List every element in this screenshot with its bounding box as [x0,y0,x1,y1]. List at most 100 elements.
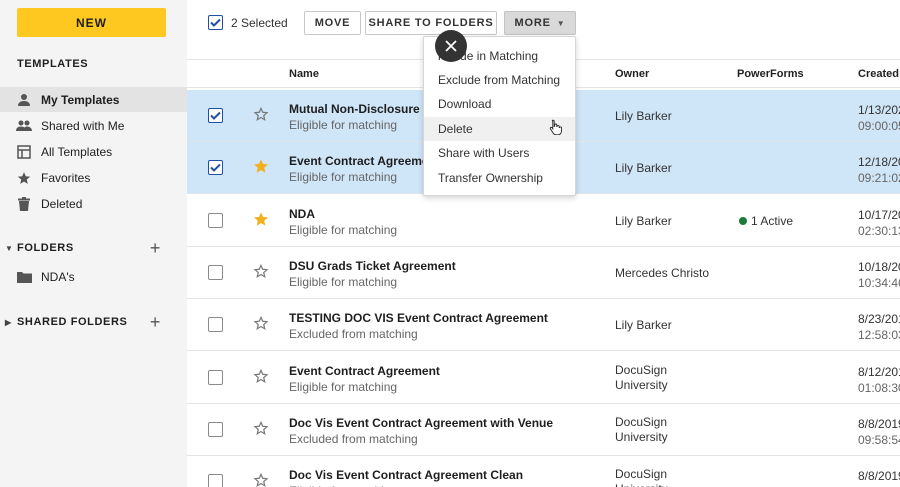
template-name[interactable]: Doc Vis Event Contract Agreement Clean [289,468,523,482]
share-to-folders-button[interactable]: SHARE TO FOLDERS [365,11,497,35]
template-name[interactable]: Doc Vis Event Contract Agreement with Ve… [289,416,553,430]
row-checkbox[interactable] [208,474,223,487]
table-row[interactable]: NDA Eligible for matching Lily Barker 1 Act… [187,194,900,247]
folders-section-title: FOLDERS [17,242,74,254]
template-name[interactable]: NDA [289,207,315,221]
star-icon [16,170,32,186]
created-date-value: 8/23/201 [858,312,900,327]
sidebar-item-my-templates[interactable]: My Templates [0,87,187,112]
matching-status: Eligible for matching [289,274,398,289]
owner: Lily Barker [615,318,672,333]
owner-name-line2: University [615,429,668,444]
created-time: 01:08:30 [858,380,900,395]
created-date: 8/8/201909:58:54 [858,416,900,448]
folders-section[interactable]: ▼ FOLDERS + [0,237,187,259]
menu-item-download[interactable]: Download [424,92,575,116]
row-checkbox[interactable] [208,317,223,333]
sidebar: NEW TEMPLATES My Templates Shared with M… [0,0,187,487]
owner: DocuSignUniversity [615,363,668,393]
column-header-owner[interactable]: Owner [615,68,649,80]
template-name[interactable]: DSU Grads Ticket Agreement [289,259,456,273]
owner-name: Lily Barker [615,109,672,123]
created-date: 1/13/202 09:00:05 [858,102,900,134]
owner-name-line2: University [615,377,668,392]
template-name[interactable]: TESTING DOC VIS Event Contract Agreement [289,311,548,325]
move-button[interactable]: MOVE [304,11,361,35]
created-date: 8/23/20112:58:03 [858,311,900,343]
caret-right-icon: ▶ [5,317,12,327]
column-header-powerforms[interactable]: PowerForms [737,68,804,80]
owner-name: DocuSign [615,467,668,482]
owner: Lily Barker [615,109,672,124]
table-row[interactable]: Doc Vis Event Contract Agreement with Ve… [187,403,900,456]
owner: Mercedes Christo [615,266,709,281]
shared-folders-section[interactable]: ▶ SHARED FOLDERS + [0,311,187,333]
star-outline-icon[interactable] [253,263,269,279]
row-checkbox[interactable] [208,369,223,385]
sidebar-folder-ndas[interactable]: NDA's [0,264,187,289]
created-time: 09:21:02 [858,171,900,186]
table-row[interactable]: TESTING DOC VIS Event Contract Agreement… [187,299,900,352]
close-icon[interactable] [435,30,467,62]
sidebar-folder-label: NDA's [41,269,75,284]
row-checkbox[interactable] [208,264,223,280]
powerforms-label: 1 Active [751,213,794,228]
matching-status: Eligible for matching [289,379,398,394]
row-checkbox[interactable] [208,108,223,123]
row-checkbox[interactable] [208,160,223,176]
new-button[interactable]: NEW [17,8,166,37]
star-filled-icon[interactable] [253,211,269,227]
star-outline-icon[interactable] [253,472,269,487]
star-outline-icon[interactable] [253,368,269,384]
created-date-value: 10/17/20 [858,207,900,222]
created-date-value: 8/12/201 [858,364,900,379]
menu-item-exclude-from-matching[interactable]: Exclude from Matching [424,68,575,92]
folder-icon [16,269,32,285]
template-name[interactable]: Mutual Non-Disclosure A [289,102,431,116]
table-row[interactable]: DSU Grads Ticket Agreement Eligible for m… [187,246,900,299]
star-outline-icon[interactable] [253,420,269,436]
add-folder-icon[interactable]: + [150,238,161,259]
created-date-value: 12/18/20 [858,155,900,170]
column-header-created[interactable]: Created [858,68,899,80]
add-shared-folder-icon[interactable]: + [150,312,161,333]
sidebar-item-all-templates[interactable]: All Templates [0,139,187,164]
table-row[interactable]: Doc Vis Event Contract Agreement CleanEl… [187,456,900,487]
matching-status: Eligible for matching [289,118,398,132]
star-outline-icon[interactable] [253,315,269,331]
created-date-value: 8/8/2019 [858,416,900,431]
owner-name: DocuSign [615,362,668,377]
matching-status: Excluded from matching [289,431,418,446]
more-button[interactable]: MORE ▼ [504,11,576,35]
sidebar-item-label: All Templates [41,144,113,159]
sidebar-item-deleted[interactable]: Deleted [0,191,187,216]
star-filled-icon[interactable] [253,158,269,174]
template-name[interactable]: Event Contract Agreement [289,364,440,378]
matching-status: Eligible for matching [289,222,398,237]
template-grid-icon [16,144,32,160]
sidebar-item-shared-with-me[interactable]: Shared with Me [0,113,187,138]
column-header-name[interactable]: Name [289,68,319,80]
menu-item-transfer-ownership[interactable]: Transfer Ownership [424,166,575,190]
menu-item-share-with-users[interactable]: Share with Users [424,141,575,165]
select-all-checkbox[interactable] [208,15,223,30]
star-outline-icon[interactable] [253,106,269,122]
sidebar-item-label: Shared with Me [41,118,125,133]
matching-status: Excluded from matching [289,327,418,342]
created-time: 09:58:54 [858,432,900,447]
sidebar-item-favorites[interactable]: Favorites [0,165,187,190]
owner: DocuSignUniversity [615,415,668,445]
created-time: 12:58:03 [858,328,900,343]
row-checkbox[interactable] [208,212,223,228]
row-checkbox[interactable] [208,421,223,437]
select-all[interactable]: 2 Selected [208,15,288,30]
created-date: 10/17/2002:30:13 [858,207,900,239]
created-date-value: 10/18/20 [858,259,900,274]
shared-folders-section-title: SHARED FOLDERS [17,316,128,328]
owner-name: Lily Barker [615,318,672,333]
matching-status: Eligible for matching [289,170,398,185]
template-name[interactable]: Event Contract Agreeme [289,154,429,168]
owner: Lily Barker [615,214,672,229]
table-row[interactable]: Event Contract Agreement Eligible for mat… [187,351,900,404]
templates-section-title: TEMPLATES [17,58,89,70]
